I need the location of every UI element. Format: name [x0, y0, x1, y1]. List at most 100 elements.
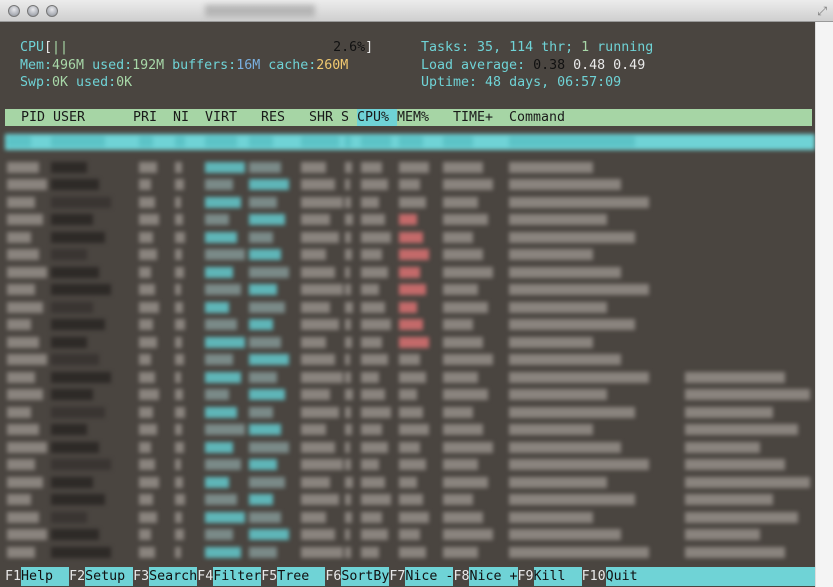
- col-shr[interactable]: SHR: [309, 109, 333, 126]
- close-window-button[interactable]: [8, 5, 20, 17]
- blurred-cell: [509, 284, 649, 295]
- fkey-label[interactable]: Kill: [533, 567, 582, 586]
- fkey-label[interactable]: Quit: [605, 567, 816, 586]
- fkey-f1[interactable]: F1: [5, 567, 21, 586]
- selected-process-row[interactable]: [5, 134, 815, 150]
- process-row[interactable]: [5, 387, 815, 401]
- fkey-f10[interactable]: F10: [582, 567, 606, 586]
- terminal[interactable]: CPU[|| 2.6%] Mem:496M used:192M buffers:1…: [0, 22, 816, 587]
- col-res[interactable]: RES: [261, 109, 285, 126]
- blurred-cell: [205, 441, 233, 453]
- fkey-label[interactable]: Setup: [85, 567, 134, 586]
- blurred-cell: [685, 371, 785, 383]
- fkey-f6[interactable]: F6: [325, 567, 341, 586]
- blurred-cell: [399, 336, 429, 348]
- fkey-label[interactable]: Tree: [277, 567, 326, 586]
- process-list-blurred[interactable]: [5, 134, 815, 564]
- blurred-cell: [301, 389, 331, 400]
- process-row[interactable]: [5, 527, 815, 541]
- fkey-label[interactable]: Search: [149, 567, 198, 586]
- blurred-cell: [249, 266, 289, 278]
- fkey-f5[interactable]: F5: [261, 567, 277, 586]
- tasks-label: Tasks:: [421, 40, 478, 55]
- process-row[interactable]: [5, 545, 815, 559]
- blurred-cell: [399, 214, 417, 225]
- blurred-cell: [509, 354, 621, 365]
- process-row[interactable]: [5, 457, 815, 471]
- process-row[interactable]: [5, 475, 815, 489]
- blurred-cell: [175, 406, 185, 418]
- process-row[interactable]: [5, 492, 815, 506]
- process-row[interactable]: [5, 230, 815, 244]
- zoom-window-button[interactable]: [46, 5, 58, 17]
- blurred-cell: [7, 336, 39, 348]
- blurred-cell: [51, 196, 111, 208]
- process-row[interactable]: [5, 405, 815, 419]
- col-mem[interactable]: MEM%: [397, 109, 429, 126]
- process-row[interactable]: [5, 282, 815, 296]
- fkey-f2[interactable]: F2: [69, 567, 85, 586]
- blurred-cell: [301, 441, 335, 453]
- blurred-cell: [361, 179, 388, 190]
- fullscreen-icon[interactable]: ⤢: [817, 4, 827, 19]
- fkey-f8[interactable]: F8: [453, 567, 469, 586]
- blurred-cell: [7, 389, 43, 400]
- fkey-f3[interactable]: F3: [133, 567, 149, 586]
- blurred-cell: [175, 231, 185, 243]
- blurred-cell: [249, 476, 285, 488]
- fkey-f7[interactable]: F7: [389, 567, 405, 586]
- col-time[interactable]: TIME+: [453, 109, 493, 126]
- blurred-cell: [509, 214, 607, 225]
- process-row[interactable]: [5, 265, 815, 279]
- blurred-cell: [685, 424, 798, 435]
- swp-used-label: used:: [68, 75, 117, 90]
- col-ni[interactable]: NI: [173, 109, 189, 126]
- process-row[interactable]: [5, 317, 815, 331]
- minimize-window-button[interactable]: [27, 5, 39, 17]
- process-row[interactable]: [5, 300, 815, 314]
- process-row[interactable]: [5, 440, 815, 454]
- process-row[interactable]: [5, 247, 815, 261]
- col-pri[interactable]: PRI: [133, 109, 157, 126]
- process-row[interactable]: [5, 195, 815, 209]
- col-pid[interactable]: PID: [21, 109, 45, 126]
- blurred-cell: [51, 284, 111, 295]
- uptime-meter: Uptime: 48 days, 06:57:09: [421, 74, 621, 92]
- process-row[interactable]: [5, 177, 815, 191]
- col-virt[interactable]: VIRT: [205, 109, 237, 126]
- blurred-cell: [301, 179, 335, 190]
- fkey-label[interactable]: SortBy: [341, 567, 390, 586]
- process-row[interactable]: [5, 160, 815, 174]
- process-row[interactable]: [5, 510, 815, 524]
- threads-count: 114: [509, 40, 534, 55]
- process-row[interactable]: [5, 212, 815, 226]
- blurred-cell: [361, 319, 391, 330]
- blurred-cell: [205, 459, 241, 470]
- col-state[interactable]: S: [341, 109, 349, 126]
- process-row[interactable]: [5, 335, 815, 349]
- blurred-cell: [175, 336, 182, 348]
- blurred-cell: [361, 161, 382, 173]
- fkey-label[interactable]: Help: [21, 567, 70, 586]
- blurred-cell: [249, 529, 289, 540]
- fkey-label[interactable]: Nice -: [405, 567, 454, 586]
- blurred-cell: [139, 161, 157, 173]
- blurred-cell: [175, 214, 183, 225]
- col-command[interactable]: Command: [509, 109, 565, 126]
- col-cpu-sorted[interactable]: CPU%: [357, 109, 398, 126]
- scrollbar[interactable]: [815, 22, 833, 587]
- fkey-label[interactable]: Nice +: [469, 567, 518, 586]
- blurred-cell: [443, 406, 473, 418]
- fkey-f4[interactable]: F4: [197, 567, 213, 586]
- col-user[interactable]: USER: [53, 109, 85, 126]
- fkey-label[interactable]: Filter: [213, 567, 262, 586]
- process-row[interactable]: [5, 352, 815, 366]
- blurred-cell: [509, 476, 607, 488]
- blurred-cell: [345, 546, 352, 558]
- fkey-f9[interactable]: F9: [518, 567, 534, 586]
- blurred-cell: [301, 301, 331, 313]
- blurred-cell: [175, 529, 184, 540]
- thr-label: thr;: [533, 40, 582, 55]
- process-row[interactable]: [5, 422, 815, 436]
- process-row[interactable]: [5, 370, 815, 384]
